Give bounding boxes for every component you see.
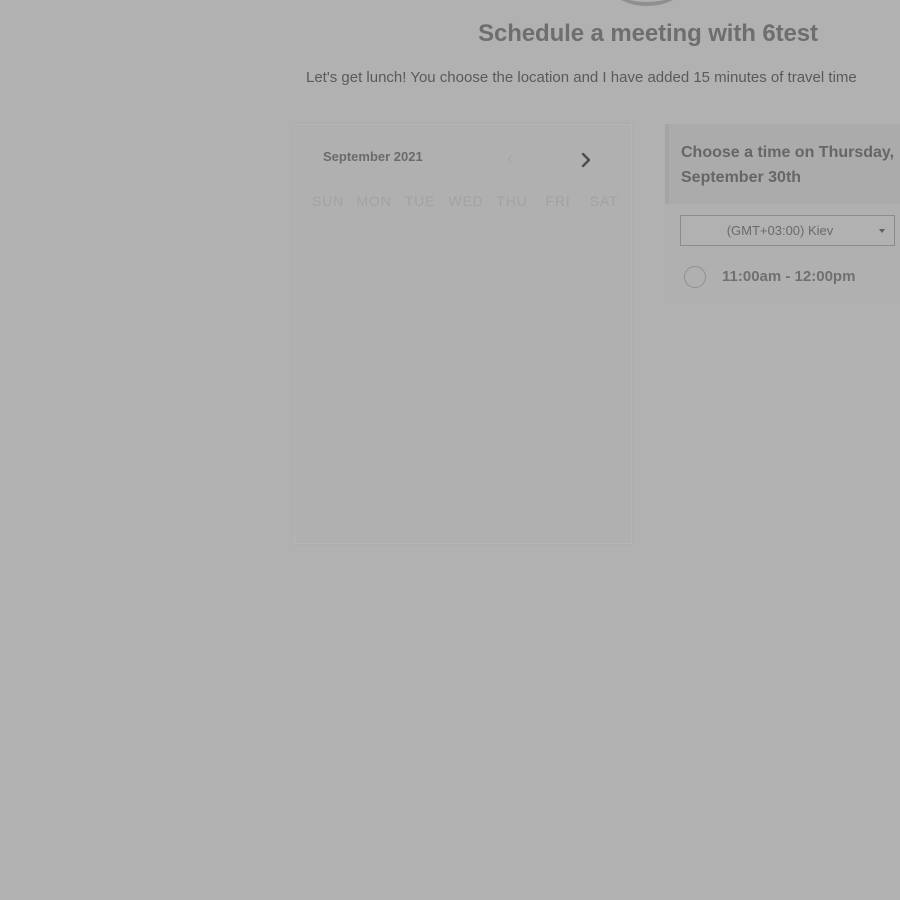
timezone-select[interactable]: (GMT+03:00) Kiev <box>680 215 895 246</box>
next-month-button[interactable] <box>576 148 596 172</box>
weekday-label-tue: TUE <box>404 193 436 209</box>
dropdown-arrow-icon <box>879 229 885 233</box>
weekday-label-wed: WED <box>448 193 484 209</box>
weekday-label-fri: FRI <box>545 193 571 209</box>
chevron-right-icon <box>581 152 591 168</box>
time-slot-option[interactable]: 11:00am - 12:00pm <box>684 264 900 294</box>
weekday-label-sat: SAT <box>589 193 619 209</box>
scheduling-page: Schedule a meeting with 6test Let's get … <box>0 0 900 900</box>
meeting-description: Let's get lunch! You choose the location… <box>306 69 857 86</box>
chevron-left-icon: ‹ <box>507 148 513 168</box>
weekday-label-thu: THU <box>496 193 528 209</box>
weekday-label-mon: MON <box>356 193 392 209</box>
previous-month-button[interactable]: ‹ <box>500 147 520 169</box>
weekday-header-row: SUN MON TUE WED THU FRI SAT <box>305 193 627 209</box>
page-title: Schedule a meeting with 6test <box>478 20 818 47</box>
time-selection-panel: Choose a time on Thursday, September 30t… <box>665 124 900 302</box>
time-slot-radio[interactable] <box>684 266 706 288</box>
weekday-label-sun: SUN <box>312 193 344 209</box>
avatar <box>611 0 683 6</box>
calendar-panel: September 2021 ‹ SUN MON TUE WED THU FRI… <box>294 124 632 544</box>
selected-date-heading: Choose a time on Thursday, September 30t… <box>681 144 895 186</box>
time-selection-header: Choose a time on Thursday, September 30t… <box>665 124 900 204</box>
calendar-month-label: September 2021 <box>323 149 423 164</box>
time-slot-label: 11:00am - 12:00pm <box>722 268 856 285</box>
timezone-value: (GMT+03:00) Kiev <box>726 223 834 238</box>
